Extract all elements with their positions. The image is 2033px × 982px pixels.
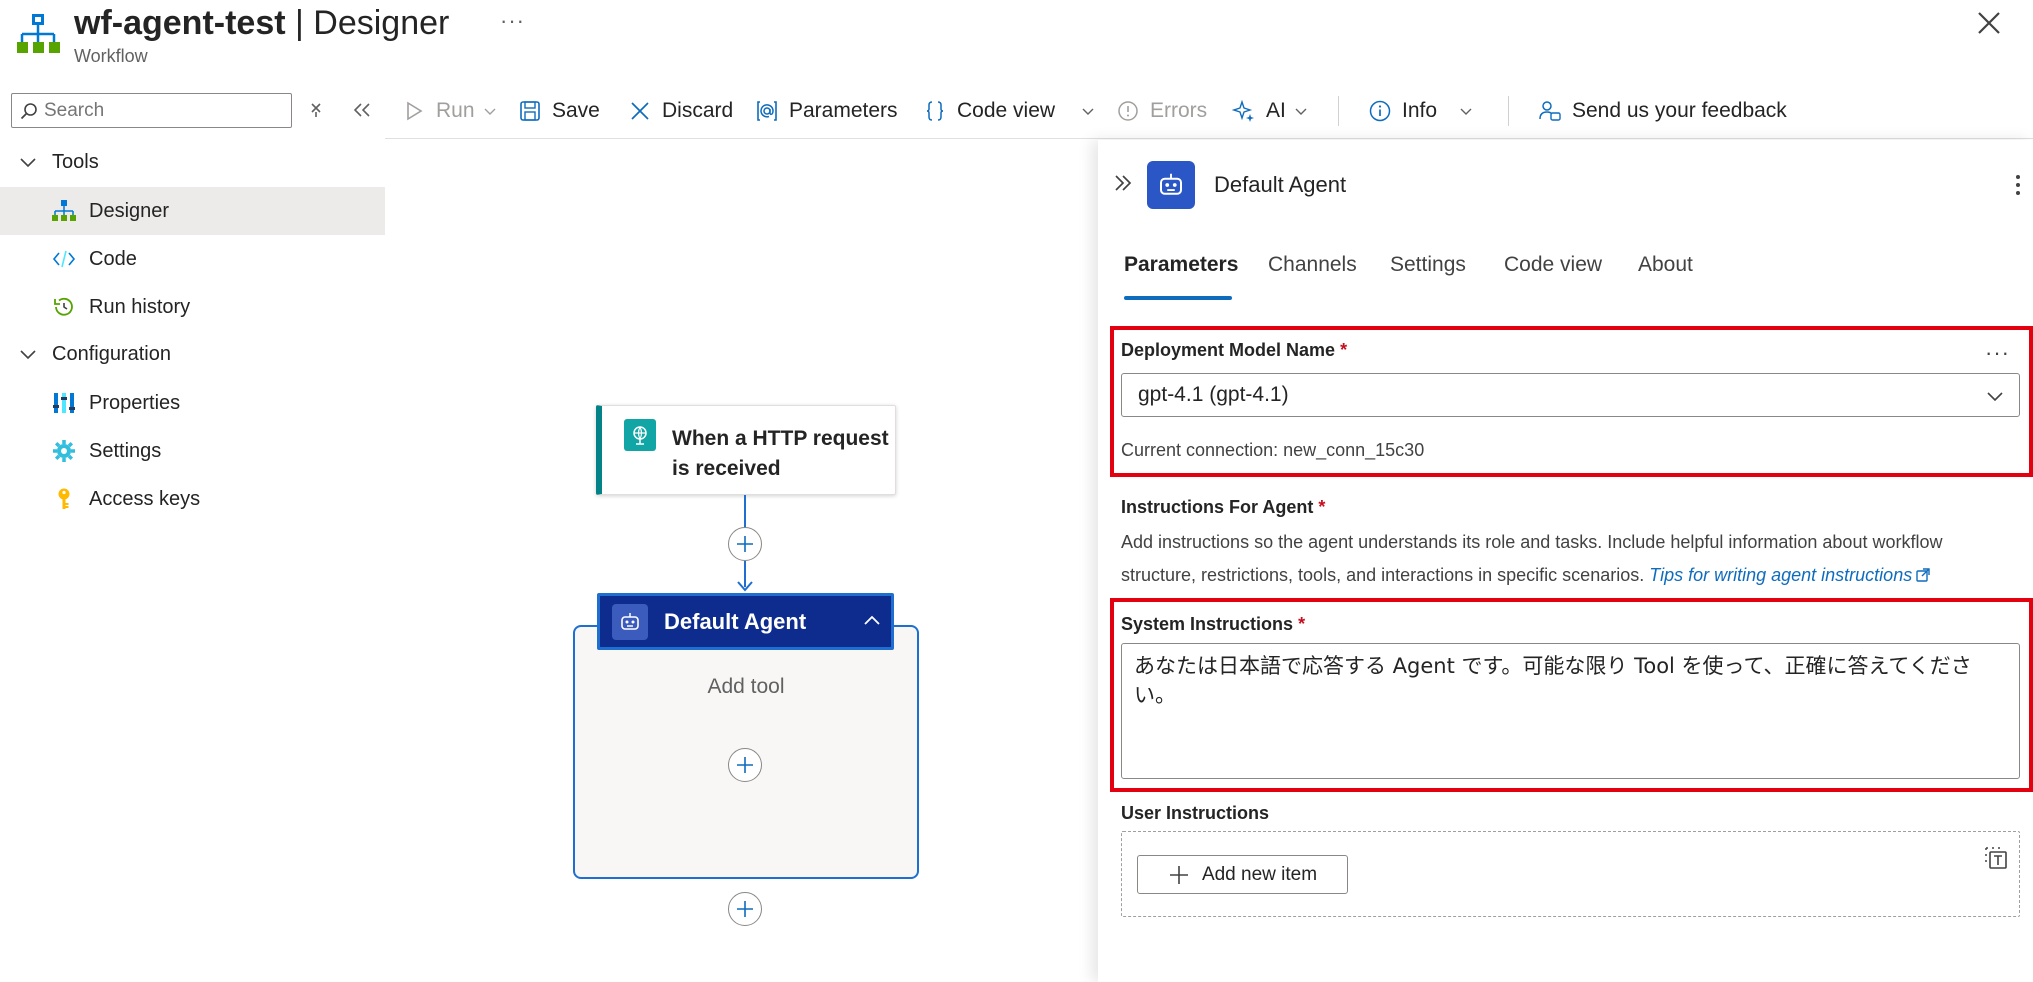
agent-robot-icon: [612, 603, 648, 640]
discard-icon: [631, 102, 649, 120]
chevron-down-icon: [1295, 108, 1307, 115]
properties-icon: [52, 391, 76, 415]
expand-panel-icon[interactable]: [1112, 172, 1134, 194]
system-instructions-textarea[interactable]: あなたは日本語で応答する Agent です。可能な限り Tool を使って、正確…: [1121, 643, 2020, 779]
sidebar-item-properties[interactable]: Properties: [0, 379, 385, 427]
tab-settings[interactable]: Settings: [1390, 253, 1466, 297]
field-more-button[interactable]: ···: [1985, 340, 2010, 366]
sidebar-item-designer[interactable]: Designer: [0, 187, 385, 235]
feedback-button[interactable]: Send us your feedback: [1538, 90, 1787, 132]
collapse-nav-icon[interactable]: [350, 99, 374, 121]
toolbar-separator: [1338, 96, 1339, 126]
trigger-card[interactable]: When a HTTP request is received: [596, 405, 896, 495]
code-view-button[interactable]: Code view: [923, 90, 1095, 132]
search-input[interactable]: [44, 99, 274, 122]
more-vertical-icon[interactable]: [2010, 172, 2026, 198]
plus-icon: [737, 901, 753, 917]
toolbar: Run Save Discard Parameters Code view Er…: [400, 90, 2033, 132]
active-tab-indicator: [1124, 296, 1232, 300]
external-link-icon: [1916, 568, 1930, 582]
key-icon: [52, 487, 76, 511]
add-tool-button[interactable]: [728, 748, 762, 782]
trigger-title: When a HTTP request is received: [672, 427, 889, 480]
tab-channels[interactable]: Channels: [1268, 253, 1357, 297]
code-icon: [52, 247, 76, 271]
http-request-icon: [624, 419, 656, 451]
search-icon: [20, 102, 37, 119]
panel-title: Default Agent: [1214, 172, 1347, 197]
chevron-down-icon: [1460, 108, 1472, 115]
toolbar-separator: [1508, 96, 1509, 126]
add-tool-label[interactable]: Add tool: [573, 675, 919, 699]
info-icon: [1369, 100, 1391, 122]
parameters-button[interactable]: Parameters: [755, 90, 898, 132]
chevron-down-icon: [20, 350, 36, 360]
play-icon: [407, 101, 423, 121]
sidebar-item-run-history[interactable]: Run history: [0, 283, 385, 331]
plus-icon: [737, 536, 753, 552]
connector-line: [744, 495, 746, 531]
instructions-label: Instructions For Agent *: [1121, 497, 1326, 517]
clear-filter-icon[interactable]: [305, 99, 327, 121]
errors-button[interactable]: Errors: [1116, 90, 1207, 132]
close-icon[interactable]: [1974, 8, 2004, 38]
plus-icon: [737, 757, 753, 773]
plus-icon: [1169, 865, 1188, 884]
system-instructions-label: System Instructions *: [1121, 614, 1306, 634]
deployment-model-dropdown[interactable]: gpt-4.1 (gpt-4.1): [1121, 373, 2020, 417]
chevron-down-icon: [1987, 392, 2003, 402]
insert-step-button[interactable]: [728, 892, 762, 926]
chevron-down-icon: [484, 108, 496, 115]
nav-group-configuration[interactable]: Configuration: [0, 332, 171, 376]
add-new-item-button[interactable]: Add new item: [1137, 855, 1348, 894]
arrow-down-icon: [737, 581, 753, 592]
info-button[interactable]: Info: [1368, 90, 1473, 132]
save-button[interactable]: Save: [518, 90, 600, 132]
sidebar-item-code[interactable]: Code: [0, 235, 385, 283]
agent-instructions-tips-link[interactable]: Tips for writing agent instructions: [1649, 565, 1930, 585]
current-connection-text: Current connection: new_conn_15c30: [1121, 440, 1425, 460]
title-more-button[interactable]: ···: [500, 8, 525, 34]
feedback-icon: [1539, 101, 1561, 121]
nav-group-tools[interactable]: Tools: [0, 140, 99, 184]
agent-scope-header[interactable]: Default Agent: [597, 593, 894, 650]
user-instructions-label: User Instructions: [1121, 803, 1270, 823]
chevron-down-icon: [20, 158, 36, 168]
braces-icon: [926, 101, 944, 121]
header-divider: [385, 138, 2033, 139]
save-icon: [520, 101, 540, 121]
error-icon: [1118, 101, 1138, 121]
app-header: wf-agent-test | Designer Workflow ···: [0, 0, 2033, 82]
parameters-icon: [757, 101, 777, 121]
search-box[interactable]: [11, 93, 292, 128]
run-button[interactable]: Run: [402, 90, 497, 132]
workflow-logo-icon: [17, 14, 60, 53]
agent-robot-icon: [1147, 161, 1195, 209]
discard-button[interactable]: Discard: [628, 90, 733, 132]
tab-about[interactable]: About: [1638, 253, 1693, 297]
history-icon: [52, 295, 76, 319]
ai-button[interactable]: AI: [1232, 90, 1308, 132]
tab-parameters[interactable]: Parameters: [1124, 253, 1238, 297]
switch-to-text-mode-icon[interactable]: [1983, 845, 2009, 871]
insert-step-button[interactable]: [728, 527, 762, 561]
tab-code-view[interactable]: Code view: [1504, 253, 1602, 297]
chevron-down-icon: [1082, 108, 1094, 115]
page-title: wf-agent-test | Designer: [74, 4, 450, 42]
chevron-up-icon[interactable]: [861, 610, 883, 632]
designer-icon: [52, 199, 76, 223]
deployment-model-label: Deployment Model Name *: [1121, 340, 1348, 360]
sparkle-icon: [1232, 99, 1254, 122]
page-subtitle: Workflow: [74, 46, 148, 66]
sidebar-item-access-keys[interactable]: Access keys: [0, 475, 385, 523]
sidebar-item-settings[interactable]: Settings: [0, 427, 385, 475]
gear-icon: [52, 439, 76, 463]
instructions-help-text: Add instructions so the agent understand…: [1121, 532, 1943, 585]
